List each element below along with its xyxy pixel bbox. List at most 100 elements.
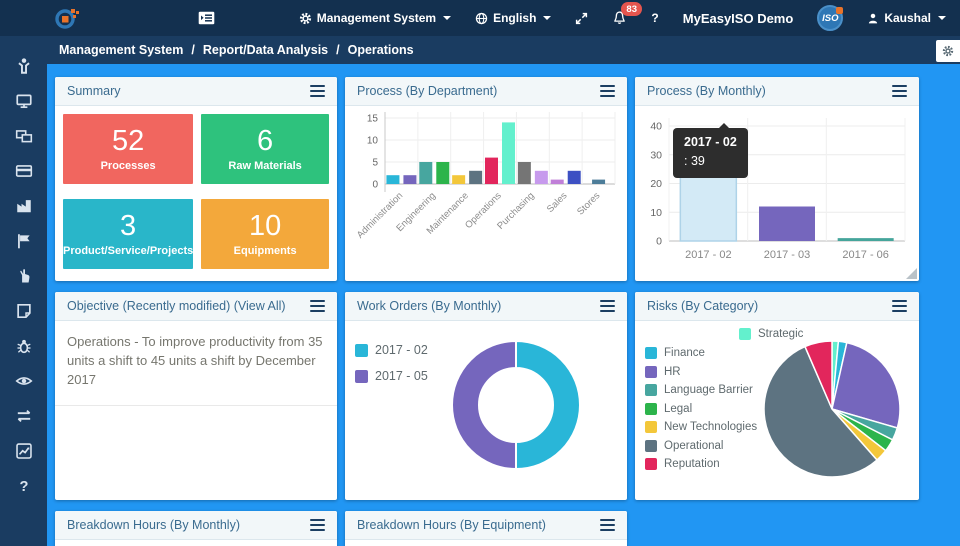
legend-item[interactable]: Legal	[645, 402, 757, 415]
tile-value: 6	[257, 124, 274, 157]
card-title: Process (By Monthly)	[647, 84, 766, 98]
language-label: English	[493, 11, 537, 25]
legend-item[interactable]: Finance	[645, 347, 757, 359]
legend-item[interactable]: Operational	[645, 439, 757, 452]
card-menu-button[interactable]	[600, 82, 615, 100]
notifications-button[interactable]: 83	[612, 2, 642, 26]
legend-label: Legal	[664, 402, 693, 415]
sidebar-item-bug[interactable]	[0, 328, 47, 363]
dashboard-grid: Summary 52 Processes 6 Raw Materials 3 P…	[47, 64, 960, 546]
tile-value: 10	[248, 209, 282, 242]
svg-text:Sales: Sales	[545, 190, 570, 215]
objective-text: Operations - To improve productivity fro…	[55, 321, 337, 406]
risks-chart[interactable]: Finance HR Language Barrier Legal New Techno…	[635, 321, 919, 500]
svg-text:15: 15	[367, 114, 379, 125]
caret-down-icon	[443, 16, 452, 20]
legend-item[interactable]: Reputation	[645, 458, 757, 470]
card-menu-button[interactable]	[600, 516, 615, 534]
factory-icon	[15, 197, 33, 215]
card-title: Process (By Department)	[357, 84, 498, 98]
card-menu-button[interactable]	[892, 297, 907, 315]
sidebar-item-person[interactable]	[0, 48, 47, 83]
summary-tile-processes: 52 Processes	[63, 114, 194, 184]
user-icon	[867, 12, 879, 25]
card-summary: Summary 52 Processes 6 Raw Materials 3 P…	[55, 77, 337, 281]
legend-item[interactable]: Strategic	[739, 328, 803, 340]
legend-swatch	[645, 402, 657, 415]
dashboard-settings-button[interactable]	[936, 40, 960, 62]
card-title: Work Orders (By Monthly)	[357, 299, 502, 313]
legend-label: Strategic	[758, 328, 804, 340]
resize-handle[interactable]	[906, 268, 917, 279]
language-menu[interactable]: English	[475, 11, 552, 25]
card-title: Summary	[67, 84, 121, 98]
sidebar-item-note[interactable]	[0, 293, 47, 328]
sidebar-item-hand[interactable]	[0, 258, 47, 293]
user-menu[interactable]: Kaushal	[867, 11, 946, 25]
sidebar-item-exchange[interactable]	[0, 398, 47, 433]
card-menu-button[interactable]	[600, 297, 615, 315]
card-header: Risks (By Category)	[635, 292, 919, 321]
summary-tile-raw-materials: 6 Raw Materials	[201, 114, 329, 184]
sidebar-item-monitor[interactable]	[0, 83, 47, 118]
process-by-department-chart[interactable]: 0 5 10 15 Administration Engineering Maintenan…	[345, 106, 627, 281]
card-menu-button[interactable]	[310, 516, 325, 534]
tile-label: Product/Service/Projects	[63, 245, 194, 258]
help-label: ?	[651, 11, 659, 25]
legend-label: Reputation	[664, 458, 720, 470]
card-title: Risks (By Category)	[647, 299, 759, 313]
legend-item[interactable]: 2017 - 05	[355, 369, 428, 383]
legend-item[interactable]: HR	[645, 365, 757, 378]
legend-swatch	[355, 369, 368, 383]
process-by-monthly-chart[interactable]: 2017 - 02 : 39 0 10 20 30 40 2017 - 02 2017 - …	[635, 106, 919, 281]
sidebar-item-factory[interactable]	[0, 188, 47, 223]
expand-button[interactable]	[575, 12, 588, 25]
svg-text:30: 30	[650, 149, 662, 161]
card-menu-button[interactable]	[892, 82, 907, 100]
caret-down-icon	[543, 16, 552, 20]
legend-swatch	[739, 328, 751, 340]
menu-toggle-icon[interactable]	[198, 11, 215, 25]
card-menu-button[interactable]	[310, 297, 325, 315]
legend-item[interactable]: New Technologies	[645, 421, 757, 433]
work-orders-chart[interactable]: 2017 - 02 2017 - 05	[345, 321, 627, 500]
legend-label: Language Barrier	[664, 384, 753, 396]
legend-label: Operational	[664, 439, 724, 452]
legend-item[interactable]: 2017 - 02	[355, 343, 428, 357]
card-risks: Risks (By Category) Finance HR Language Ba…	[635, 292, 919, 500]
card-menu-button[interactable]	[310, 82, 325, 100]
management-system-menu[interactable]: Management System	[299, 11, 452, 25]
svg-text:10: 10	[650, 207, 662, 219]
svg-text:Administration: Administration	[355, 190, 405, 240]
help-button[interactable]: ?	[651, 11, 658, 25]
legend-label: 2017 - 05	[375, 369, 428, 383]
management-system-label: Management System	[316, 11, 437, 25]
breadcrumb-item-operations[interactable]: Operations	[348, 43, 414, 57]
sidebar-item-help[interactable]: ?	[0, 468, 47, 503]
legend-swatch	[645, 365, 657, 378]
sidebar-item-eye[interactable]	[0, 363, 47, 398]
sidebar-item-flag[interactable]	[0, 223, 47, 258]
breadcrumb-separator: /	[191, 43, 195, 57]
legend-item[interactable]: Language Barrier	[645, 384, 757, 396]
svg-text:10: 10	[367, 136, 379, 147]
svg-text:2017 - 06: 2017 - 06	[842, 249, 888, 261]
chart-legend-strategic: Strategic	[739, 328, 803, 340]
brand-name: MyEasyISO Demo	[682, 10, 794, 26]
sidebar-item-devices[interactable]	[0, 118, 47, 153]
summary-tile-product-service-projects: 3 Product/Service/Projects	[63, 199, 194, 269]
legend-swatch	[645, 384, 657, 396]
expand-icon	[575, 12, 588, 25]
app-logo-icon[interactable]	[54, 5, 80, 31]
chart-legend: Finance HR Language Barrier Legal New Techno…	[645, 347, 757, 470]
summary-tile-equipments: 10 Equipments	[201, 199, 329, 269]
breadcrumb-item-report-data-analysis[interactable]: Report/Data Analysis	[203, 43, 328, 57]
sidebar-item-chart[interactable]	[0, 433, 47, 468]
card-title: Breakdown Hours (By Monthly)	[67, 518, 240, 532]
breadcrumb-item-management-system[interactable]: Management System	[59, 43, 183, 57]
svg-text:2017 - 03: 2017 - 03	[764, 249, 810, 261]
sidebar-item-card[interactable]	[0, 153, 47, 188]
svg-text:40: 40	[650, 121, 662, 133]
person-icon	[15, 57, 33, 75]
svg-text:0: 0	[656, 236, 662, 248]
